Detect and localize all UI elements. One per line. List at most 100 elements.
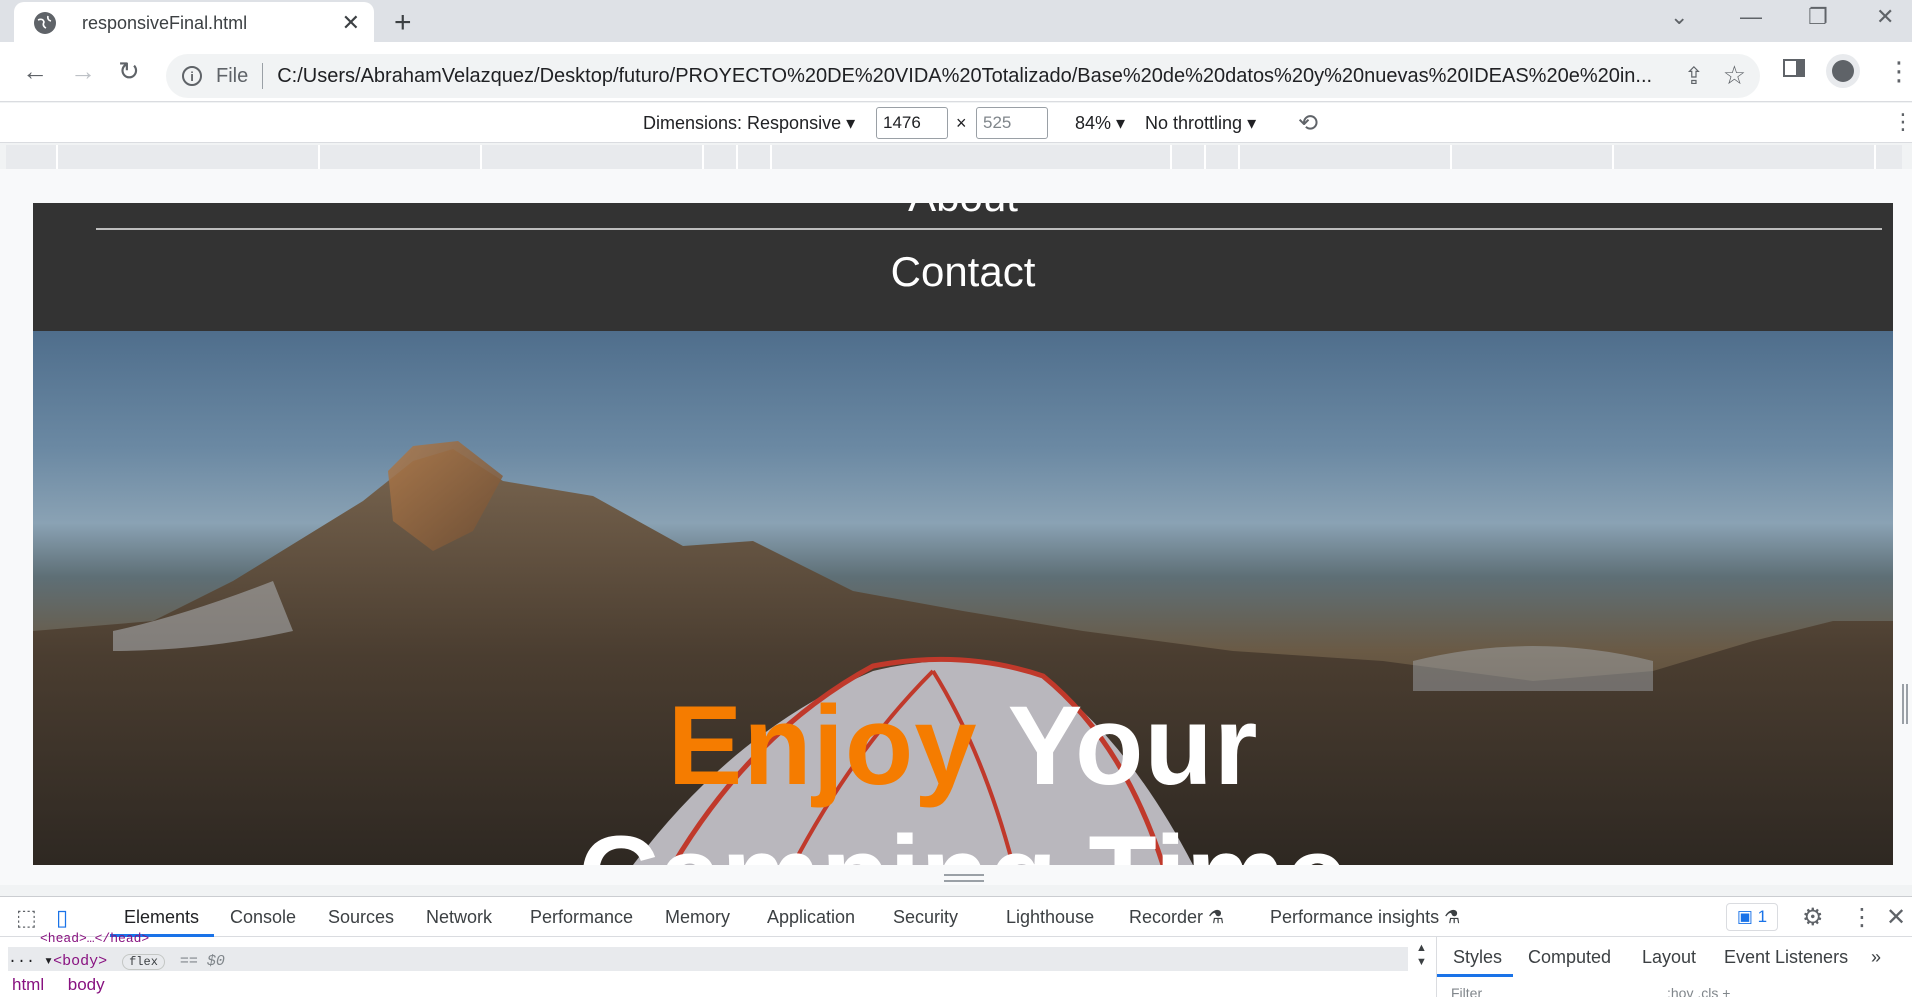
selected-ref: == $0 bbox=[179, 953, 225, 970]
tab-styles[interactable]: Styles bbox=[1453, 947, 1502, 968]
media-segment[interactable] bbox=[1614, 145, 1876, 169]
tab-security[interactable]: Security bbox=[893, 907, 958, 928]
media-segment[interactable] bbox=[320, 145, 482, 169]
hero-title-line2: Camping Time bbox=[33, 811, 1893, 865]
tab-sources[interactable]: Sources bbox=[328, 907, 394, 928]
back-icon[interactable]: ← bbox=[22, 56, 48, 86]
menu-item-about[interactable]: About bbox=[33, 203, 1893, 221]
tab-network[interactable]: Network bbox=[426, 907, 492, 928]
media-segment[interactable] bbox=[704, 145, 738, 169]
zoom-select[interactable]: 84% ▾ bbox=[1075, 113, 1125, 134]
device-toggle-icon[interactable]: ▯ bbox=[56, 905, 68, 931]
reload-icon[interactable]: ↻ bbox=[118, 56, 140, 86]
minimize-icon[interactable]: — bbox=[1740, 4, 1762, 30]
device-more-icon[interactable]: ⋮ bbox=[1892, 109, 1912, 135]
tab-recorder[interactable]: Recorder ⚗ bbox=[1129, 907, 1224, 928]
url-text[interactable]: C:/Users/AbrahamVelazquez/Desktop/futuro… bbox=[277, 65, 1717, 88]
viewport-resize-handle[interactable] bbox=[944, 874, 984, 882]
breadcrumb-body[interactable]: body bbox=[68, 975, 105, 994]
tab-title: responsiveFinal.html bbox=[82, 12, 248, 33]
kebab-menu-icon[interactable]: ⋮ bbox=[1886, 56, 1912, 86]
devtools-panel: ⬚ ▯ Elements Console Sources Network Per… bbox=[0, 896, 1912, 997]
person-icon bbox=[1832, 60, 1854, 82]
globe-icon bbox=[34, 12, 56, 34]
chevron-down-icon[interactable]: ⌄ bbox=[1670, 4, 1688, 30]
styles-filter-input[interactable]: Filter bbox=[1451, 985, 1482, 997]
rotate-icon[interactable]: ⟲ bbox=[1298, 109, 1318, 138]
star-icon[interactable]: ☆ bbox=[1723, 60, 1746, 91]
tab-console[interactable]: Console bbox=[230, 907, 296, 928]
gear-icon[interactable]: ⚙ bbox=[1802, 903, 1824, 932]
media-segment[interactable] bbox=[738, 145, 772, 169]
devtools-close-icon[interactable]: ✕ bbox=[1886, 903, 1906, 932]
window-close-icon[interactable]: ✕ bbox=[1876, 4, 1894, 30]
side-panel-icon[interactable] bbox=[1782, 56, 1806, 86]
elements-tree[interactable]: <head>…</head> ··· ▾<body> flex == $0 ht… bbox=[0, 931, 1430, 997]
browser-tab[interactable]: responsiveFinal.html ✕ bbox=[14, 2, 374, 44]
dimensions-label: Dimensions: Responsive bbox=[643, 113, 842, 133]
ellipsis-icon[interactable]: ··· bbox=[8, 953, 35, 970]
tab-computed[interactable]: Computed bbox=[1528, 947, 1611, 968]
close-icon[interactable]: ✕ bbox=[342, 10, 360, 36]
times-sign: × bbox=[956, 113, 967, 133]
tab-layout[interactable]: Layout bbox=[1642, 947, 1696, 968]
flask-icon: ⚗ bbox=[1208, 907, 1225, 927]
breadcrumb-html[interactable]: html bbox=[12, 975, 44, 994]
flex-badge[interactable]: flex bbox=[122, 954, 165, 970]
browser-toolbar: ← → ↻ i File C:/Users/AbrahamVelazquez/D… bbox=[0, 42, 1912, 102]
tab-memory[interactable]: Memory bbox=[665, 907, 730, 928]
tab-performance-insights[interactable]: Performance insights ⚗ bbox=[1270, 907, 1460, 928]
info-icon[interactable]: i bbox=[182, 66, 202, 86]
devtools-more-icon[interactable]: ⋮ bbox=[1850, 903, 1874, 932]
media-segment[interactable] bbox=[58, 145, 320, 169]
tab-elements[interactable]: Elements bbox=[124, 907, 199, 928]
tab-performance[interactable]: Performance bbox=[530, 907, 633, 928]
media-segment[interactable] bbox=[772, 145, 1172, 169]
throttling-label: No throttling bbox=[1145, 113, 1243, 133]
media-segment[interactable] bbox=[1172, 145, 1206, 169]
menu-item-contact[interactable]: Contact bbox=[33, 248, 1893, 296]
head-node[interactable]: <head>…</head> bbox=[40, 931, 149, 946]
issues-count: 1 bbox=[1757, 907, 1768, 926]
profile-avatar[interactable] bbox=[1826, 54, 1860, 88]
tab-event-listeners[interactable]: Event Listeners bbox=[1724, 947, 1848, 968]
hero-title: Enjoy Your bbox=[33, 681, 1893, 810]
tab-lighthouse[interactable]: Lighthouse bbox=[1006, 907, 1094, 928]
omnibox-divider bbox=[262, 63, 264, 89]
plus-icon[interactable]: + bbox=[394, 6, 412, 40]
height-input[interactable] bbox=[976, 107, 1048, 139]
width-input[interactable] bbox=[876, 107, 948, 139]
zoom-label: 84% bbox=[1075, 113, 1112, 133]
media-segment[interactable] bbox=[1240, 145, 1452, 169]
media-segment[interactable] bbox=[1452, 145, 1614, 169]
throttling-select[interactable]: No throttling ▾ bbox=[1145, 113, 1256, 134]
nav-menu: About Contact bbox=[33, 203, 1893, 331]
tab-application[interactable]: Application bbox=[767, 907, 855, 928]
expand-triangle-icon[interactable]: ▾ bbox=[44, 953, 53, 970]
media-segment[interactable] bbox=[6, 145, 58, 169]
forward-icon[interactable]: → bbox=[70, 56, 96, 86]
tab-strip: responsiveFinal.html ✕ + ⌄ — ❐ ✕ bbox=[0, 0, 1912, 44]
tab-recorder-label: Recorder bbox=[1129, 907, 1204, 927]
address-bar[interactable]: i File C:/Users/AbrahamVelazquez/Desktop… bbox=[166, 54, 1760, 98]
media-segment[interactable] bbox=[482, 145, 704, 169]
side-tab-indicator bbox=[1437, 974, 1513, 977]
body-node[interactable]: ··· ▾<body> flex == $0 bbox=[8, 947, 1408, 971]
media-segment[interactable] bbox=[1206, 145, 1240, 169]
page-viewport: About Contact bbox=[0, 169, 1912, 885]
devtools-tabbar: ⬚ ▯ Elements Console Sources Network Per… bbox=[0, 897, 1912, 937]
media-query-bar[interactable] bbox=[6, 145, 1902, 169]
share-icon[interactable]: ⇪ bbox=[1684, 62, 1704, 91]
dimensions-select[interactable]: Dimensions: Responsive ▾ bbox=[643, 113, 855, 134]
styles-filter-toggles[interactable]: :hov .cls + bbox=[1667, 985, 1730, 997]
more-tabs-icon[interactable]: » bbox=[1871, 947, 1881, 968]
inspect-element-icon[interactable]: ⬚ bbox=[16, 905, 37, 931]
device-toolbar: Dimensions: Responsive ▾ × 84% ▾ No thro… bbox=[0, 103, 1912, 143]
tab-performance-insights-label: Performance insights bbox=[1270, 907, 1440, 927]
restore-icon[interactable]: ❐ bbox=[1808, 4, 1828, 30]
viewport-side-resize-handle[interactable] bbox=[1902, 684, 1908, 724]
body-tag: <body> bbox=[53, 953, 108, 970]
elements-scroll-arrows[interactable]: ▲ ▼ bbox=[1416, 941, 1427, 969]
hero-banner: Enjoy Your Camping Time bbox=[33, 331, 1893, 865]
issues-badge[interactable]: ▣ 1 bbox=[1726, 903, 1778, 931]
